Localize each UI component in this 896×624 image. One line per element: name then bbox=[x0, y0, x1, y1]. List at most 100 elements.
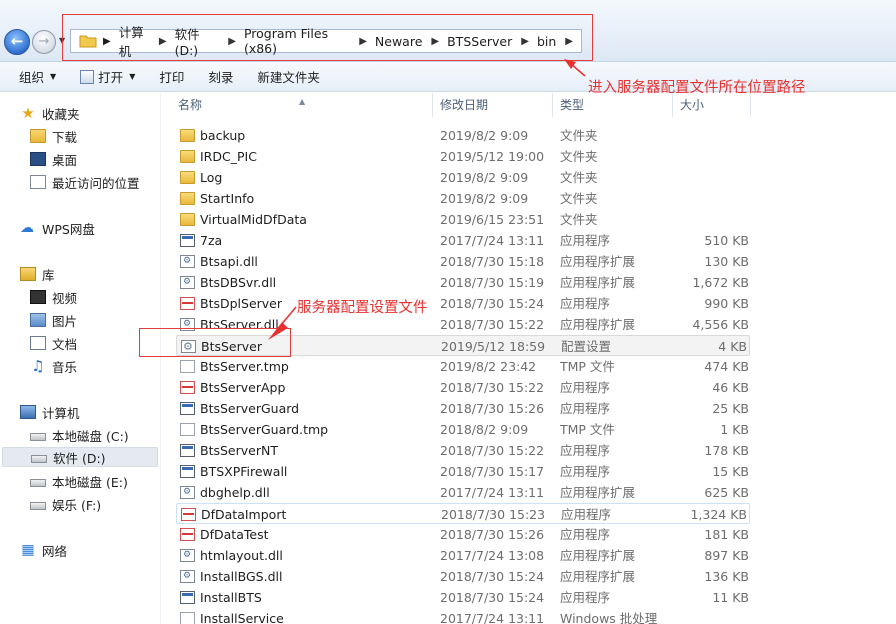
cloud-icon: ☁ bbox=[20, 220, 34, 236]
music-icon: ♫ bbox=[31, 357, 45, 375]
file-name: DfDataTest bbox=[200, 527, 269, 542]
column-header-modified[interactable]: 修改日期 bbox=[433, 93, 553, 117]
file-row[interactable]: BTSXPFirewall 2018/7/30 15:17 应用程序 15 KB bbox=[171, 461, 751, 482]
file-type: 应用程序 bbox=[560, 233, 611, 248]
nav-item-favorites[interactable]: ★ 收藏夹 bbox=[20, 103, 79, 123]
file-modified-date: 2019/8/2 9:09 bbox=[440, 191, 529, 206]
nav-item-network[interactable]: ▦ 网络 bbox=[20, 540, 67, 560]
app-red-icon bbox=[180, 297, 195, 310]
path-highlight-box bbox=[62, 14, 593, 61]
exe-icon bbox=[180, 402, 195, 415]
file-row[interactable]: IRDC_PIC 2019/5/12 19:00 文件夹 bbox=[171, 146, 751, 167]
file-row[interactable]: BtsDBSvr.dll 2018/7/30 15:19 应用程序扩展 1,672 K… bbox=[171, 272, 751, 293]
column-header-name[interactable]: 名称 ▲ bbox=[171, 93, 433, 117]
burn-button[interactable]: 刻录 bbox=[208, 67, 233, 86]
library-icon bbox=[20, 267, 36, 281]
file-modified-date: 2018/7/30 15:24 bbox=[440, 296, 545, 311]
file-row[interactable]: BtsServerNT 2018/7/30 15:22 应用程序 178 KB bbox=[171, 440, 751, 461]
open-button[interactable]: 打开 ▼ bbox=[80, 67, 135, 86]
file-size: 510 KB bbox=[704, 233, 749, 248]
file-size: 46 KB bbox=[712, 380, 749, 395]
file-type: 应用程序 bbox=[560, 590, 611, 605]
file-row[interactable]: backup 2019/8/2 9:09 文件夹 bbox=[171, 125, 751, 146]
file-type: 应用程序扩展 bbox=[560, 275, 636, 290]
forward-button[interactable]: → bbox=[32, 30, 56, 54]
file-modified-date: 2018/7/30 15:22 bbox=[440, 443, 545, 458]
star-icon: ★ bbox=[21, 104, 35, 122]
nav-item-drive-e[interactable]: 本地磁盘 (E:) bbox=[30, 471, 128, 491]
file-modified-date: 2017/7/24 13:11 bbox=[440, 611, 545, 624]
drive-icon bbox=[30, 432, 46, 441]
file-row[interactable]: dbghelp.dll 2017/7/24 13:11 应用程序扩展 625 KB bbox=[171, 482, 751, 503]
network-icon: ▦ bbox=[21, 542, 35, 558]
file-size: 1 KB bbox=[720, 422, 749, 437]
nav-item-drive-c[interactable]: 本地磁盘 (C:) bbox=[30, 425, 129, 445]
dll-icon bbox=[180, 251, 195, 272]
exe-icon bbox=[180, 234, 195, 247]
file-row[interactable]: DfDataTest 2018/7/30 15:26 应用程序 181 KB bbox=[171, 524, 751, 545]
drive-icon bbox=[30, 478, 46, 487]
navigation-pane: ★ 收藏夹 下载 桌面 最近访问的位置 ☁ WPS网盘 库 视频 图片 文档 ♫ 音乐… bbox=[0, 93, 160, 624]
file-row[interactable]: BtsServer.tmp 2019/8/2 23:42 TMP 文件 474 KB bbox=[171, 356, 751, 377]
file-row[interactable]: BtsServerGuard 2018/7/30 15:26 应用程序 25 KB bbox=[171, 398, 751, 419]
file-type: 应用程序 bbox=[560, 527, 611, 542]
chevron-down-icon: ▼ bbox=[129, 72, 136, 81]
file-size: 178 KB bbox=[704, 443, 749, 458]
file-size: 15 KB bbox=[712, 464, 749, 479]
file-name: StartInfo bbox=[200, 191, 255, 206]
file-icon bbox=[180, 423, 195, 436]
nav-item-drive-d[interactable]: 软件 (D:) bbox=[2, 447, 158, 467]
file-size: 25 KB bbox=[712, 401, 749, 416]
file-name: InstallBTS bbox=[200, 590, 262, 605]
file-row[interactable]: 7za 2017/7/24 13:11 应用程序 510 KB bbox=[171, 230, 751, 251]
file-modified-date: 2018/7/30 15:17 bbox=[440, 464, 545, 479]
file-annotation: 服务器配置设置文件 bbox=[297, 300, 428, 316]
file-modified-date: 2017/7/24 13:11 bbox=[440, 485, 545, 500]
nav-item-desktop[interactable]: 桌面 bbox=[30, 149, 77, 169]
file-row[interactable]: BtsDplServer 2018/7/30 15:24 应用程序 990 KB bbox=[171, 293, 751, 314]
file-row[interactable]: Btsapi.dll 2018/7/30 15:18 应用程序扩展 130 KB bbox=[171, 251, 751, 272]
nav-item-drive-f[interactable]: 娱乐 (F:) bbox=[30, 494, 101, 514]
organize-button[interactable]: 组织 ▼ bbox=[19, 67, 56, 86]
nav-item-wps-cloud[interactable]: ☁ WPS网盘 bbox=[20, 218, 95, 238]
nav-item-downloads[interactable]: 下载 bbox=[30, 126, 77, 146]
file-row[interactable]: BtsServerApp 2018/7/30 15:22 应用程序 46 KB bbox=[171, 377, 751, 398]
file-name: 7za bbox=[200, 233, 223, 248]
file-type: 文件夹 bbox=[560, 212, 598, 227]
file-row[interactable]: DfDataImport 2018/7/30 15:23 应用程序 1,324 KB bbox=[176, 503, 750, 524]
file-size: 130 KB bbox=[704, 254, 749, 269]
nav-item-videos[interactable]: 视频 bbox=[30, 287, 77, 307]
file-row[interactable]: BtsServerGuard.tmp 2018/8/2 9:09 TMP 文件 1 K… bbox=[171, 419, 751, 440]
file-row[interactable]: InstallBGS.dll 2018/7/30 15:24 应用程序扩展 136 K… bbox=[171, 566, 751, 587]
file-modified-date: 2019/5/12 18:59 bbox=[441, 339, 546, 354]
file-name: BtsServerGuard.tmp bbox=[200, 422, 329, 437]
file-row[interactable]: StartInfo 2019/8/2 9:09 文件夹 bbox=[171, 188, 751, 209]
file-row[interactable]: InstallService 2017/7/24 13:11 Windows 批处理 bbox=[171, 608, 751, 624]
nav-item-music[interactable]: ♫ 音乐 bbox=[30, 356, 77, 376]
nav-item-libraries[interactable]: 库 bbox=[20, 264, 55, 284]
folder-icon bbox=[180, 129, 195, 142]
file-modified-date: 2018/7/30 15:22 bbox=[440, 317, 545, 332]
file-row[interactable]: InstallBTS 2018/7/30 15:24 应用程序 11 KB bbox=[171, 587, 751, 608]
dll-icon bbox=[180, 545, 195, 566]
file-size: 897 KB bbox=[704, 548, 749, 563]
nav-item-documents[interactable]: 文档 bbox=[30, 333, 77, 353]
print-button[interactable]: 打印 bbox=[159, 67, 184, 86]
desktop-icon bbox=[30, 152, 46, 166]
file-row[interactable]: Log 2019/8/2 9:09 文件夹 bbox=[171, 167, 751, 188]
file-icon bbox=[180, 612, 195, 624]
nav-item-recent[interactable]: 最近访问的位置 bbox=[30, 172, 140, 192]
file-size: 4,556 KB bbox=[692, 317, 749, 332]
nav-item-pictures[interactable]: 图片 bbox=[30, 310, 77, 330]
file-type: 配置设置 bbox=[561, 339, 612, 354]
file-name: BTSXPFirewall bbox=[200, 464, 288, 479]
file-row[interactable]: VirtualMidDfData 2019/6/15 23:51 文件夹 bbox=[171, 209, 751, 230]
app-red-icon bbox=[181, 508, 196, 521]
nav-item-computer[interactable]: 计算机 bbox=[20, 402, 80, 422]
file-modified-date: 2018/7/30 15:24 bbox=[440, 569, 545, 584]
file-type: Windows 批处理 bbox=[560, 611, 658, 624]
new-folder-button[interactable]: 新建文件夹 bbox=[257, 67, 320, 86]
file-row[interactable]: htmlayout.dll 2017/7/24 13:08 应用程序扩展 897 KB bbox=[171, 545, 751, 566]
file-name: htmlayout.dll bbox=[200, 548, 283, 563]
back-button[interactable]: ← bbox=[4, 29, 30, 55]
